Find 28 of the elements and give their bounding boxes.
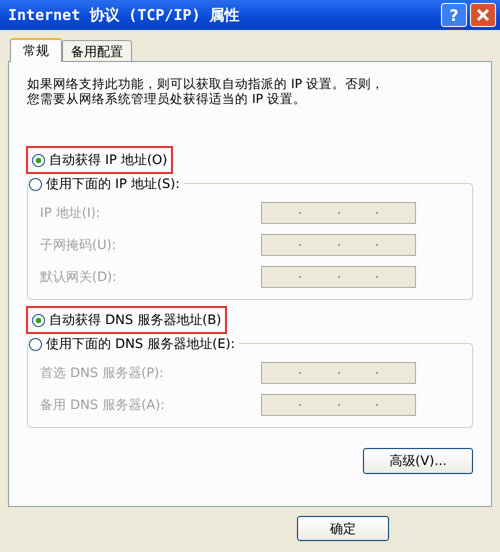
field-label: IP 地址(I): <box>40 205 100 222</box>
ip-address-field[interactable] <box>261 202 416 224</box>
field-label: 备用 DNS 服务器(A): <box>40 397 165 414</box>
field-label: 默认网关(D): <box>40 269 117 286</box>
radio-option[interactable]: 自动获得 IP 地址(O) <box>32 151 168 169</box>
radio-option[interactable]: 使用下面的 IP 地址(S): <box>29 175 184 193</box>
radio-button[interactable] <box>32 154 45 166</box>
help-button[interactable]: ? <box>441 3 467 27</box>
ok-button[interactable]: 确定 <box>297 516 389 541</box>
radio-button[interactable] <box>32 314 45 326</box>
close-button[interactable] <box>470 3 496 27</box>
tab[interactable]: 常规 <box>10 38 62 62</box>
description-text: 您需要从网络系统管理员处获得适当的 IP 设置。 <box>27 91 306 106</box>
description-text: 如果网络支持此功能，则可以获取自动指派的 IP 设置。否则， <box>27 76 384 91</box>
ip-address-field[interactable] <box>261 234 416 256</box>
ip-address-field[interactable] <box>261 266 416 288</box>
radio-label: 自动获得 IP 地址(O) <box>49 152 168 169</box>
radio-button[interactable] <box>29 178 42 190</box>
tab[interactable]: 备用配置 <box>62 40 132 61</box>
field-label: 子网掩码(U): <box>40 237 116 254</box>
window-title: Internet 协议 (TCP/IP) 属性 <box>8 6 241 24</box>
radio-button[interactable] <box>29 338 42 350</box>
close-icon <box>476 8 490 22</box>
advanced-button[interactable]: 高级(V)... <box>363 448 473 474</box>
ip-address-field[interactable] <box>261 362 416 384</box>
radio-label: 使用下面的 IP 地址(S): <box>46 176 180 193</box>
field-label: 首选 DNS 服务器(P): <box>40 365 164 382</box>
ip-address-field[interactable] <box>261 394 416 416</box>
